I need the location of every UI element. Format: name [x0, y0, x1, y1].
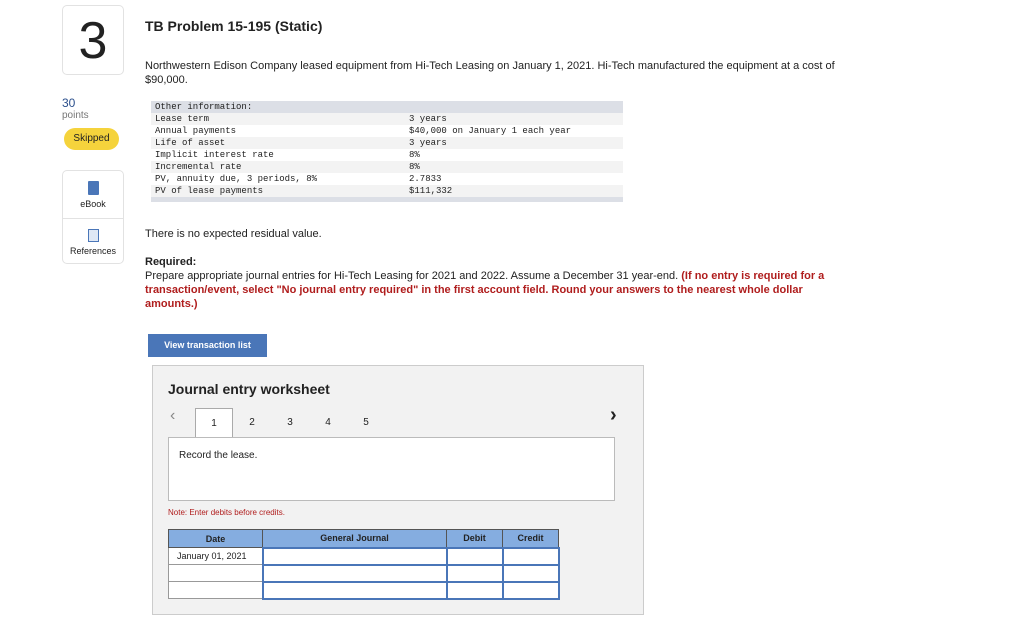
residual-text: There is no expected residual value. [145, 228, 322, 240]
date-cell [168, 581, 263, 599]
info-label: PV of lease payments [151, 185, 405, 197]
debit-input[interactable] [445, 546, 504, 566]
references-button[interactable]: References [63, 218, 123, 265]
tab-4[interactable]: 4 [309, 408, 347, 437]
references-label: References [69, 246, 117, 256]
credit-input[interactable] [501, 580, 560, 600]
table-row: January 01, 2021 [168, 546, 560, 566]
required-text: Prepare appropriate journal entries for … [145, 269, 845, 311]
next-arrow-icon[interactable]: › [610, 404, 617, 427]
col-date: Date [168, 529, 263, 548]
info-table: Other information: Lease term 3 years Ann… [151, 101, 623, 202]
copy-icon [87, 229, 99, 242]
info-label: Lease term [151, 113, 405, 125]
info-label: PV, annuity due, 3 periods, 8% [155, 174, 318, 184]
ebook-button[interactable]: eBook [63, 171, 123, 218]
info-label: Implicit interest rate [155, 150, 274, 160]
col-debit: Debit [446, 529, 503, 548]
required-instructions: Prepare appropriate journal entries for … [145, 270, 682, 282]
credit-input[interactable] [501, 563, 560, 583]
info-label: Life of asset [151, 137, 405, 149]
debits-note: Note: Enter debits before credits. [168, 508, 285, 517]
info-value: 8% [405, 161, 623, 173]
info-value: 8% [409, 150, 420, 160]
info-value: 2.7833 [409, 174, 442, 184]
info-label: Annual payments [155, 126, 237, 136]
info-value: $40,000 on January 1 each year [409, 126, 572, 136]
ebook-label: eBook [80, 199, 106, 209]
question-number: 3 [62, 5, 124, 75]
entry-description: Record the lease. [168, 437, 615, 501]
date-cell: January 01, 2021 [168, 547, 263, 565]
tab-3[interactable]: 3 [271, 408, 309, 437]
table-row [168, 580, 560, 600]
info-value: 3 years [405, 113, 623, 125]
points-value: 30 [62, 96, 76, 110]
problem-intro: Northwestern Edison Company leased equip… [145, 60, 835, 86]
points-label: points [62, 110, 89, 121]
info-label: Incremental rate [151, 161, 405, 173]
account-input[interactable] [261, 563, 448, 583]
account-input[interactable] [261, 580, 448, 600]
required-label: Required: [145, 256, 197, 268]
tab-5[interactable]: 5 [347, 408, 385, 437]
worksheet-title: Journal entry worksheet [168, 381, 330, 397]
debit-input[interactable] [445, 580, 504, 600]
journal-table: Date General Journal Debit Credit January 0… [168, 529, 560, 600]
tab-1[interactable]: 1 [195, 408, 233, 437]
tab-2[interactable]: 2 [233, 408, 271, 437]
col-general-journal: General Journal [262, 529, 447, 548]
book-icon [87, 181, 99, 195]
status-badge: Skipped [64, 128, 119, 150]
view-transaction-list-button[interactable]: View transaction list [148, 334, 267, 357]
info-value: $111,332 [405, 185, 623, 197]
prev-arrow-icon[interactable]: ‹ [170, 407, 175, 425]
date-cell [168, 564, 263, 582]
problem-title: TB Problem 15-195 (Static) [145, 18, 323, 34]
account-input[interactable] [261, 546, 448, 566]
table-row [168, 563, 560, 583]
credit-input[interactable] [501, 546, 560, 566]
tools-panel: eBook References [62, 170, 124, 264]
debit-input[interactable] [445, 563, 504, 583]
info-header: Other information: [151, 101, 623, 113]
info-value: 3 years [405, 137, 623, 149]
col-credit: Credit [502, 529, 559, 548]
